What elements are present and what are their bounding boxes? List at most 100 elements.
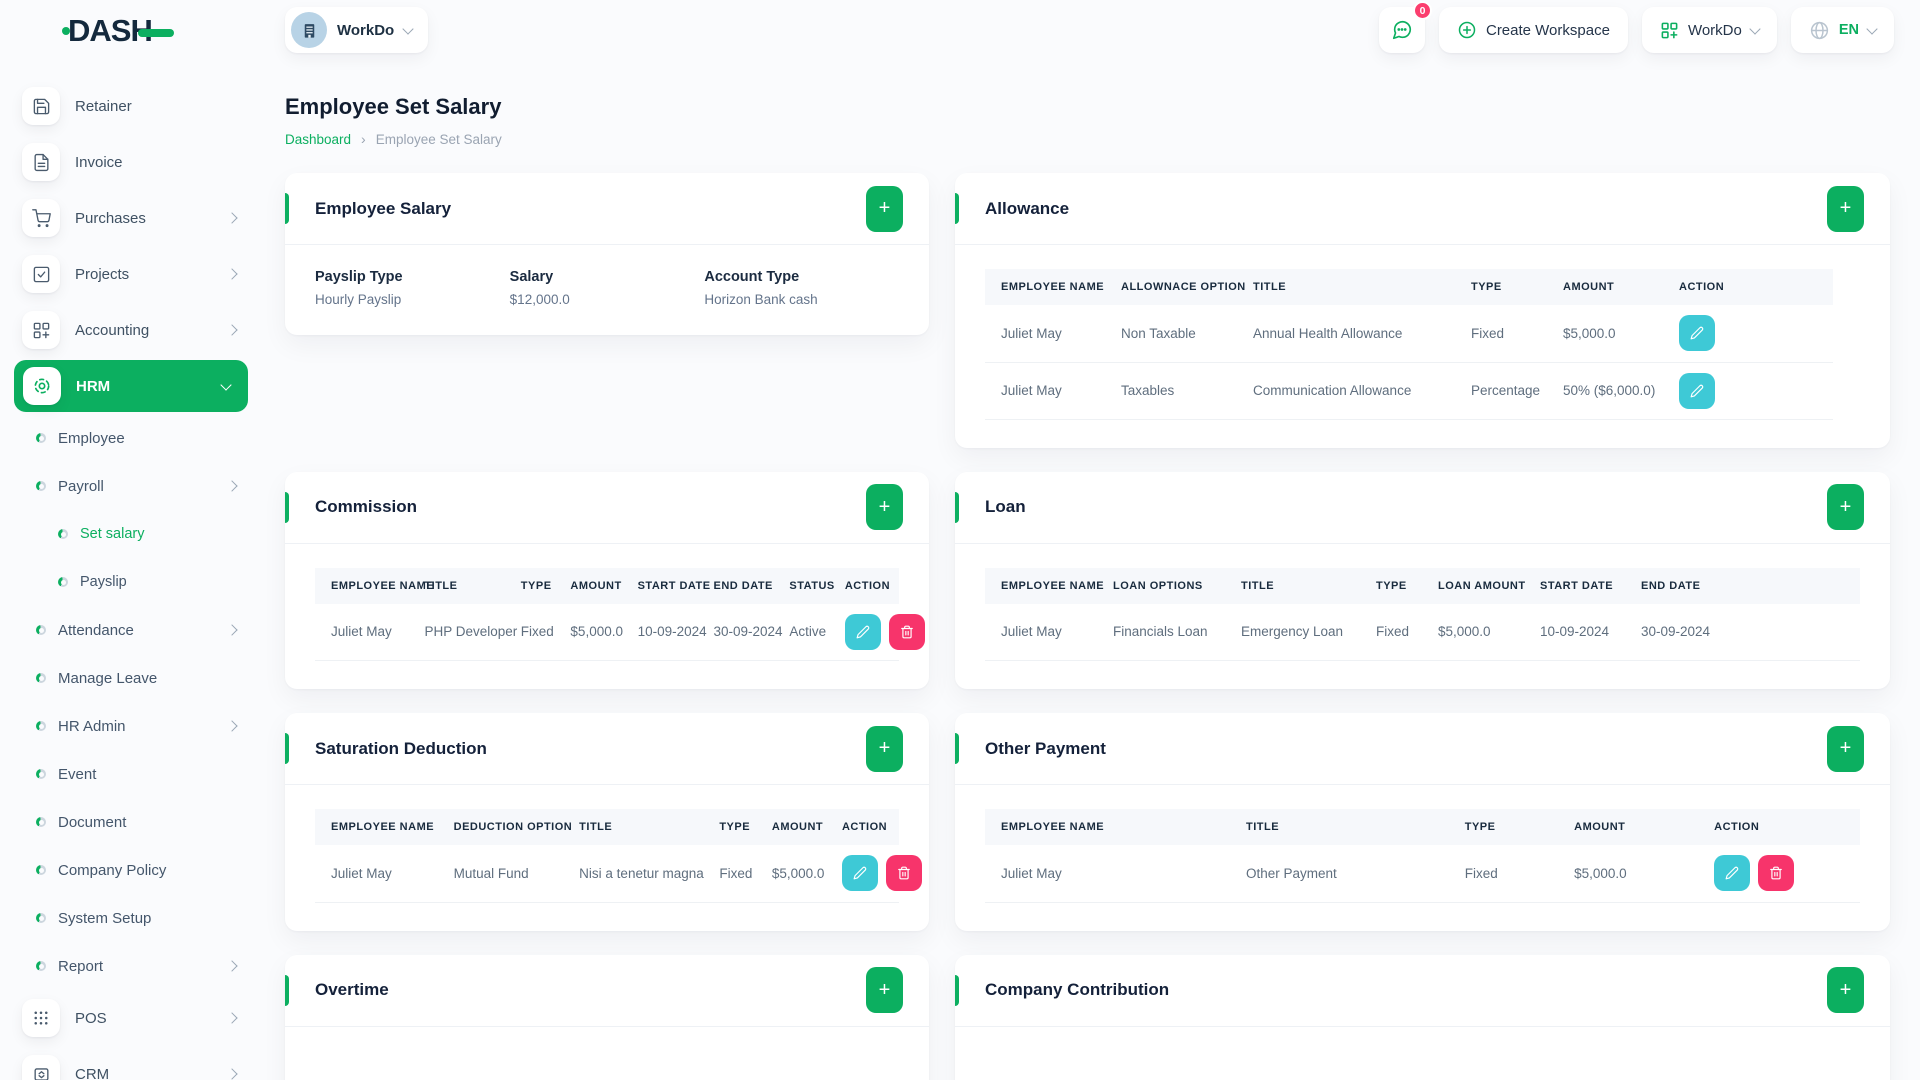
sidebar-item-document[interactable]: Document — [0, 798, 262, 846]
grid-plus-icon — [22, 311, 60, 349]
breadcrumb-dashboard-link[interactable]: Dashboard — [285, 132, 351, 147]
edit-button[interactable] — [1679, 372, 1715, 409]
delete-button[interactable] — [888, 613, 925, 650]
trash-icon — [898, 866, 910, 880]
add-company-contribution-button[interactable]: + — [1827, 967, 1864, 1013]
sidebar-item-payslip[interactable]: Payslip — [0, 558, 262, 606]
salary-value: $12,000.0 — [509, 292, 570, 307]
chevron-right-icon — [226, 1068, 238, 1080]
logo-dash-icon — [137, 29, 174, 37]
sidebar-item-hr-admin[interactable]: HR Admin — [0, 702, 262, 750]
sidebar-item-company-policy[interactable]: Company Policy — [0, 846, 262, 894]
add-saturation-deduction-button[interactable]: + — [866, 725, 903, 772]
grid-plus-icon — [1661, 22, 1678, 38]
chevron-down-icon — [220, 378, 232, 391]
brand-logo[interactable]: DASH — [62, 13, 174, 49]
edit-button[interactable] — [844, 613, 881, 650]
main-content: Employee Set Salary Dashboard › Employee… — [285, 60, 1890, 1080]
invoice-file-icon — [22, 143, 60, 181]
table-row: Juliet May Financials Loan Emergency Loa… — [985, 603, 1860, 661]
card-title: Company Contribution — [985, 980, 1170, 999]
pencil-icon — [1690, 384, 1704, 397]
company-contribution-card: Company Contribution + — [955, 954, 1890, 1080]
bullet-icon — [36, 913, 46, 923]
chevron-right-icon — [226, 720, 238, 732]
add-other-payment-button[interactable]: + — [1827, 725, 1864, 772]
sidebar-item-manage-leave[interactable]: Manage Leave — [0, 654, 262, 702]
sidebar-item-projects[interactable]: Projects — [0, 246, 262, 302]
building-icon — [304, 23, 314, 38]
table-row: Juliet May Mutual Fund Nisi a tenetur ma… — [315, 845, 922, 903]
edit-button[interactable] — [1679, 315, 1715, 352]
add-employee-salary-button[interactable]: + — [866, 185, 903, 232]
table-row: Juliet May Other Payment Fixed $5,000.0 — [985, 845, 1860, 903]
sidebar-item-attendance[interactable]: Attendance — [0, 606, 262, 654]
breadcrumb-separator: › — [361, 131, 366, 147]
sidebar-item-event[interactable]: Event — [0, 750, 262, 798]
chevron-right-icon — [226, 1012, 238, 1024]
sidebar-item-system-setup[interactable]: System Setup — [0, 894, 262, 942]
page-title: Employee Set Salary — [285, 94, 502, 119]
workspace-menu-label: WorkDo — [1687, 21, 1742, 39]
table-row: Juliet May PHP Developer Fixed $5,000.0 … — [315, 603, 925, 661]
check-square-icon — [22, 255, 60, 293]
loan-table: EMPLOYEE NAME LOAN OPTIONS TITLE TYPE LO… — [985, 567, 1860, 661]
table-row: Juliet May Non Taxable Annual Health All… — [985, 305, 1833, 363]
delete-button[interactable] — [1758, 855, 1795, 892]
chevron-right-icon — [226, 960, 238, 972]
workspace-menu-button[interactable]: WorkDo — [1641, 7, 1777, 53]
commission-table: EMPLOYEE NAME TITLE TYPE AMOUNT START DA… — [315, 567, 925, 661]
pencil-icon — [853, 866, 867, 880]
breadcrumb: Dashboard › Employee Set Salary — [285, 131, 1890, 147]
sidebar-item-purchases[interactable]: Purchases — [0, 190, 262, 246]
bullet-icon — [36, 721, 46, 731]
sidebar-item-crm[interactable]: CRM — [0, 1046, 262, 1080]
sidebar-item-report[interactable]: Report — [0, 942, 262, 990]
trash-icon — [901, 625, 913, 639]
language-selector[interactable]: EN — [1790, 7, 1894, 53]
sidebar-item-pos[interactable]: POS — [0, 990, 262, 1046]
sidebar-item-hrm[interactable]: HRM — [14, 360, 248, 412]
sidebar: Retainer Invoice Purchases Projects Acco… — [0, 60, 262, 1080]
add-commission-button[interactable]: + — [866, 484, 903, 530]
sidebar-item-accounting[interactable]: Accounting — [0, 302, 262, 358]
pencil-icon — [856, 625, 870, 639]
card-title: Commission — [315, 497, 418, 516]
card-title: Overtime — [315, 980, 389, 999]
add-loan-button[interactable]: + — [1827, 484, 1864, 530]
breadcrumb-current: Employee Set Salary — [375, 131, 502, 147]
sidebar-item-employee[interactable]: Employee — [0, 414, 262, 462]
add-overtime-button[interactable]: + — [866, 967, 903, 1013]
workspace-selector[interactable]: WorkDo — [285, 7, 429, 53]
bullet-icon — [36, 481, 46, 491]
hrm-hub-icon — [23, 367, 61, 405]
other-payment-table: EMPLOYEE NAME TITLE TYPE AMOUNT ACTION J… — [985, 809, 1860, 903]
edit-button[interactable] — [1714, 855, 1751, 892]
salary-label: Salary — [509, 269, 554, 285]
chevron-right-icon — [226, 268, 238, 280]
sidebar-item-set-salary[interactable]: Set salary — [0, 510, 262, 558]
card-title: Saturation Deduction — [315, 738, 487, 758]
bullet-icon — [36, 769, 46, 779]
sidebar-item-invoice[interactable]: Invoice — [0, 134, 262, 190]
messages-count-badge: 0 — [1412, 1, 1432, 20]
cart-icon — [22, 199, 60, 237]
messages-button[interactable]: 0 — [1378, 1, 1432, 53]
bullet-icon — [58, 577, 68, 587]
delete-button[interactable] — [885, 855, 922, 892]
sidebar-item-payroll[interactable]: Payroll — [0, 462, 262, 510]
bullet-icon — [36, 817, 46, 827]
language-code: EN — [1838, 22, 1859, 38]
edit-button[interactable] — [841, 855, 878, 892]
account-type-value: Horizon Bank cash — [704, 292, 818, 307]
sidebar-item-retainer[interactable]: Retainer — [0, 78, 262, 134]
add-allowance-button[interactable]: + — [1827, 185, 1864, 232]
card-title: Allowance — [985, 198, 1070, 218]
chevron-right-icon — [226, 480, 238, 492]
card-title: Loan — [985, 497, 1026, 516]
payslip-type-value: Hourly Payslip — [315, 292, 402, 307]
employee-salary-card: Employee Salary + Payslip Type Hourly Pa… — [285, 173, 929, 335]
create-workspace-button[interactable]: Create Workspace — [1438, 7, 1628, 53]
chevron-right-icon — [226, 212, 238, 224]
crm-window-icon — [22, 1055, 60, 1080]
